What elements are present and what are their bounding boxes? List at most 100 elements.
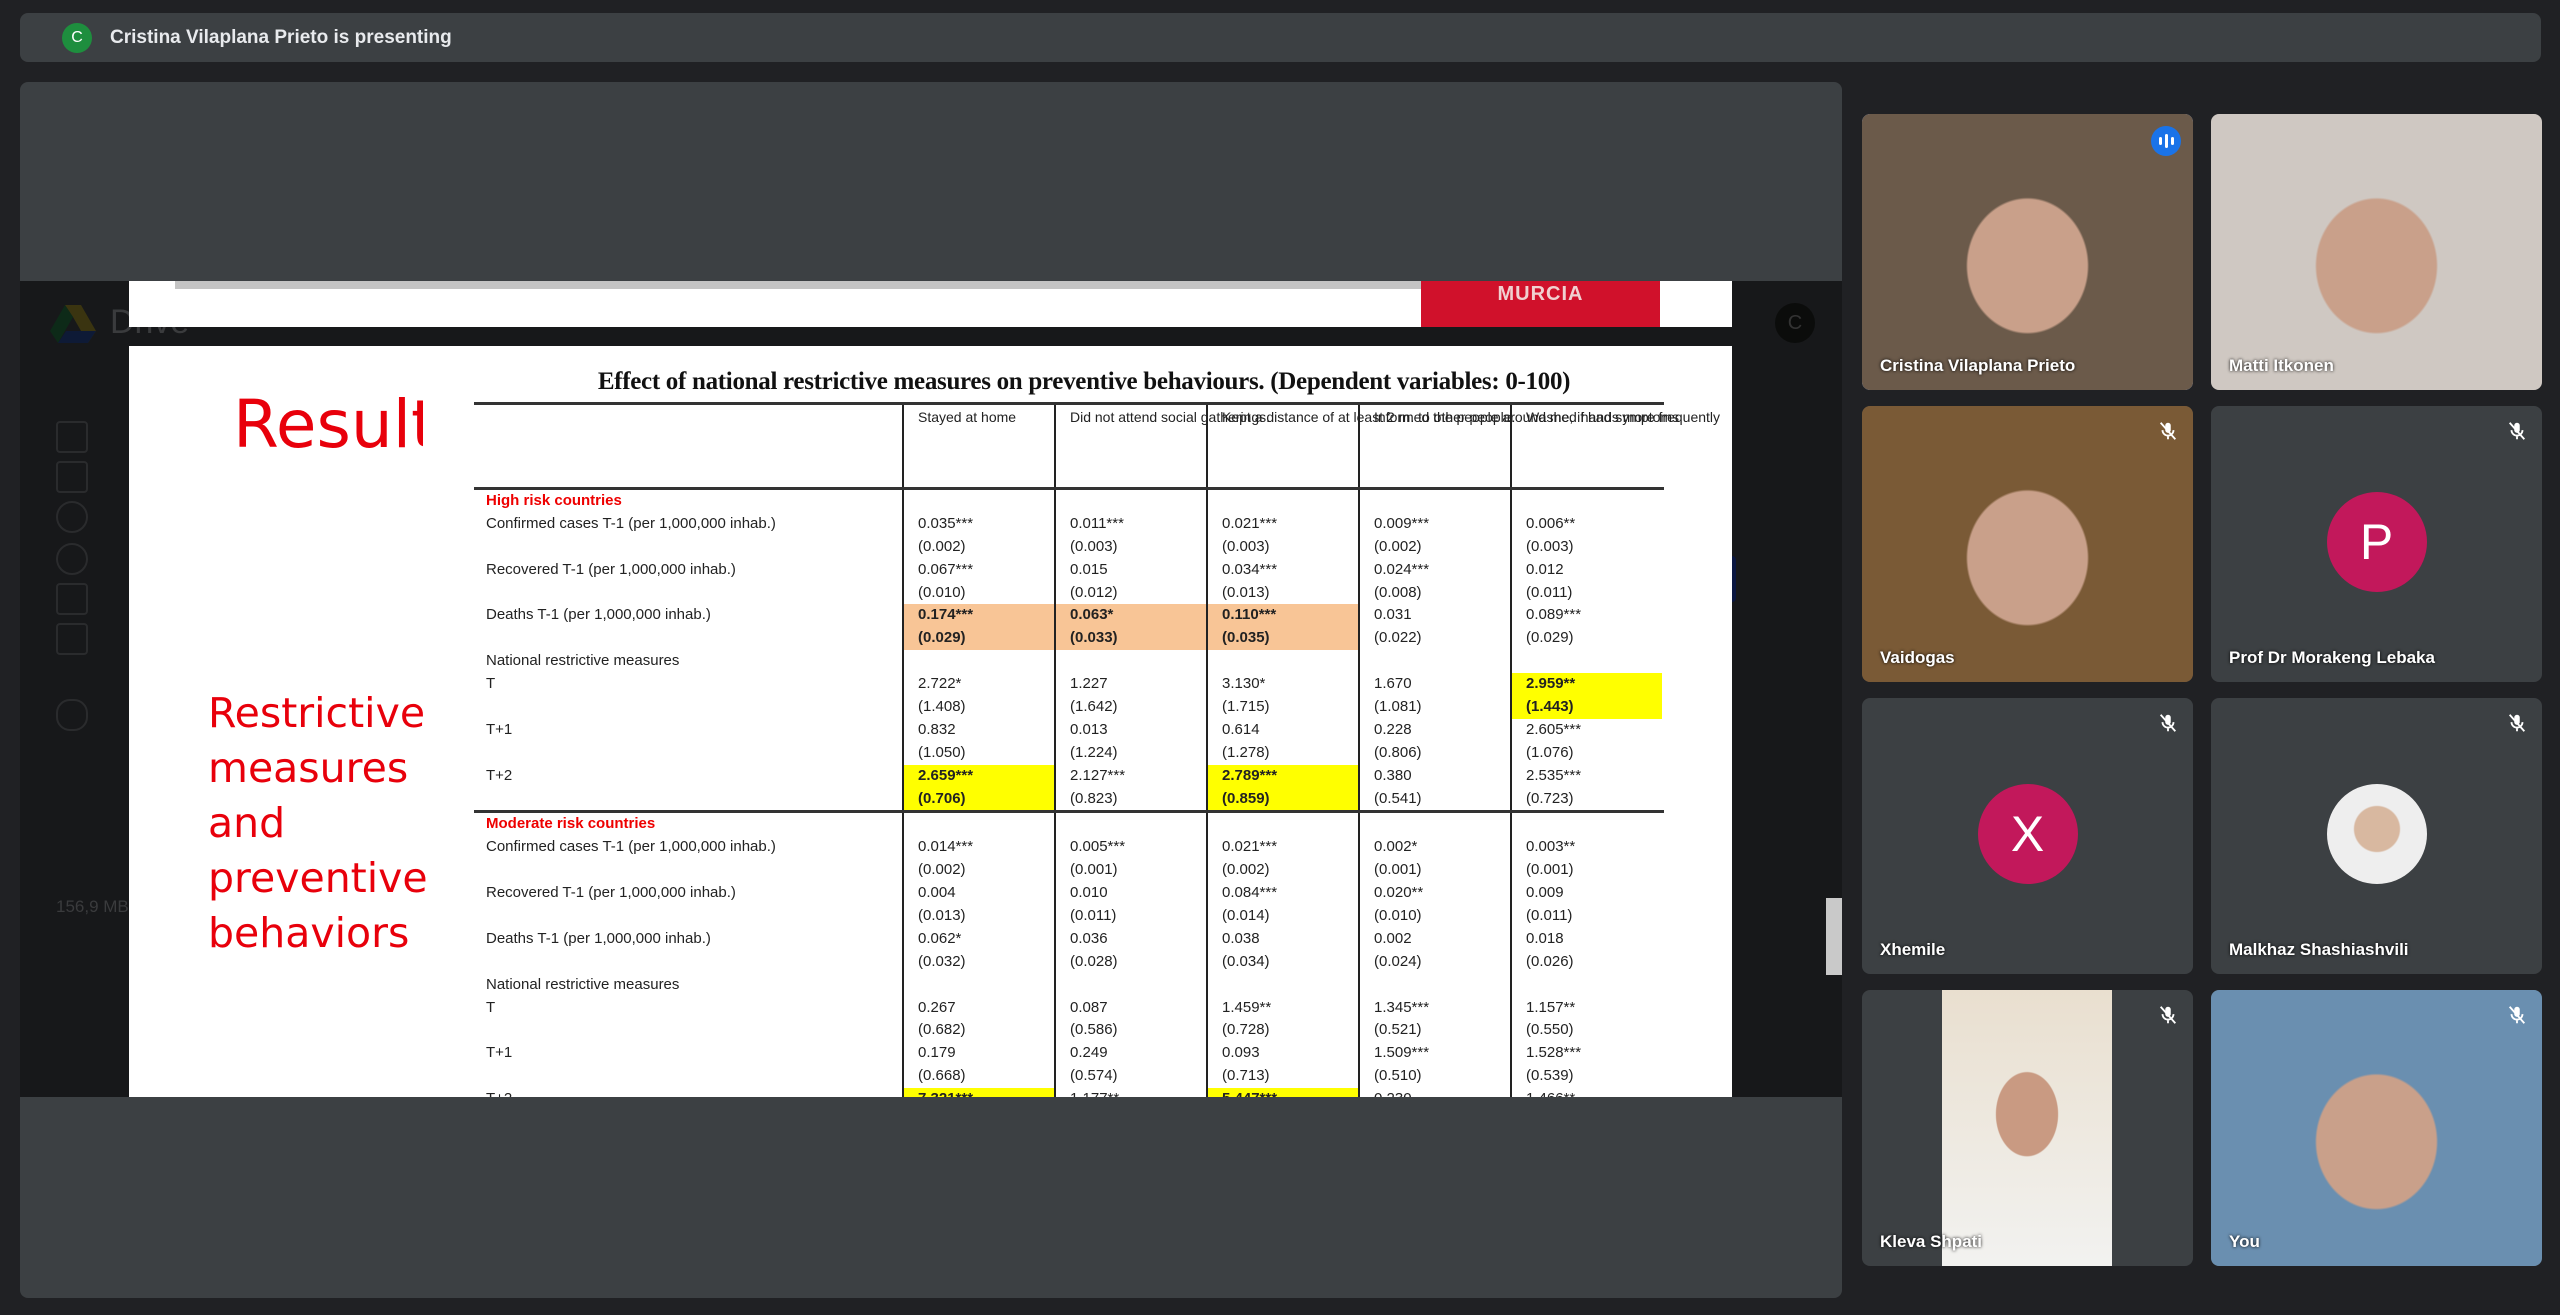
std-error-cell: (1.443) (1510, 696, 1662, 719)
participant-tile[interactable]: You (2211, 990, 2542, 1266)
presenter-avatar: C (62, 22, 92, 53)
coefficient-cell: 0.020** (1358, 882, 1510, 906)
row-label-blank (474, 1019, 902, 1042)
row-label-blank (474, 582, 902, 605)
presenting-banner: C Cristina Vilaplana Prieto is presentin… (20, 13, 2541, 62)
subheading-label: National restrictive measures (486, 975, 680, 993)
column-header: Kept a distance of at least 2 m. to othe… (1206, 405, 1515, 487)
slide-subtitle: Restrictive measures and preventive behavior… (208, 686, 428, 961)
std-error-cell: (0.024) (1358, 950, 1510, 974)
coefficient-cell: 3.130* (1206, 673, 1358, 697)
std-error-row: (1.408) (1.642) (1.715) (1.081) (1.443) (474, 696, 1664, 719)
coefficient-cell: 0.021*** (1206, 512, 1358, 536)
std-error-cell: (0.014) (1206, 905, 1358, 928)
participant-name: Malkhaz Shashiashvili (2229, 940, 2409, 959)
coefficient-cell: 2.722* (902, 673, 1054, 697)
storage-usage: 156,9 MB (56, 897, 129, 916)
row-label: T+2 (474, 1088, 902, 1097)
coefficient-cell: 0.067*** (902, 558, 1054, 582)
coefficient-cell: 1.177** (1054, 1088, 1206, 1097)
coefficient-row: Confirmed cases T-1 (per 1,000,000 inhab… (474, 512, 1664, 536)
coefficient-cell: 0.230 (1358, 1088, 1510, 1097)
row-label-blank (474, 859, 902, 882)
subtitle-line: and (208, 799, 286, 847)
row-label: Confirmed cases T-1 (per 1,000,000 inhab… (486, 838, 776, 856)
std-error-cell: (0.001) (1510, 859, 1662, 883)
coefficient-cell: 2.659*** (902, 764, 1054, 788)
std-error-row: (1.050) (1.224) (1.278) (0.806) (1.076) (474, 741, 1664, 765)
coefficient-cell: 0.832 (902, 718, 1054, 742)
participant-name: Xhemile (1880, 940, 1946, 959)
participant-tile[interactable]: Vaidogas (1862, 406, 2193, 682)
std-error-cell: (0.682) (902, 1019, 1054, 1043)
std-error-cell: (1.050) (902, 741, 1054, 765)
coefficient-cell: 1.466** (1510, 1088, 1662, 1097)
coefficient-row: T+2 2.659*** 2.127*** 2.789*** 0.380 2.535*** (474, 764, 1664, 788)
std-error-row: (0.002) (0.003) (0.003) (0.002) (0.003) (474, 535, 1664, 559)
std-error-cell: (0.574) (1054, 1065, 1206, 1089)
column-header: Did not attend social gatherings. (1054, 405, 1270, 487)
coefficient-cell: 0.021*** (1206, 836, 1358, 860)
empty-cell (1206, 650, 1358, 674)
participant-name: Vaidogas (1880, 648, 1955, 667)
std-error-cell: (0.034) (1206, 950, 1358, 974)
header-blank (474, 405, 902, 487)
mic-off-icon (2506, 712, 2528, 734)
participant-video (2211, 990, 2542, 1266)
coefficient-cell: 0.063* (1054, 604, 1206, 628)
coefficient-cell: 2.535*** (1510, 764, 1662, 788)
mic-off-icon (2157, 712, 2179, 734)
std-error-cell: (0.728) (1206, 1019, 1358, 1043)
row-label: T+2 (486, 766, 513, 784)
row-label: Confirmed cases T-1 (per 1,000,000 inhab… (486, 514, 776, 532)
std-error-row: (0.682) (0.586) (0.728) (0.521) (0.550) (474, 1019, 1664, 1043)
coefficient-cell: 0.010 (1054, 882, 1206, 906)
std-error-cell: (0.859) (1206, 787, 1358, 811)
std-error-cell: (0.002) (902, 535, 1054, 559)
empty-cell (1358, 813, 1510, 837)
std-error-cell: (0.586) (1054, 1019, 1206, 1043)
std-error-cell: (0.032) (902, 950, 1054, 974)
participant-tile[interactable]: P Prof Dr Morakeng Lebaka (2211, 406, 2542, 682)
participant-tile[interactable]: Kleva Shpati (1862, 990, 2193, 1266)
std-error-cell: (1.715) (1206, 696, 1358, 719)
participant-tile[interactable]: Malkhaz Shashiashvili (2211, 698, 2542, 974)
coefficient-cell: 2.127*** (1054, 764, 1206, 788)
empty-cell (902, 490, 1054, 513)
subtitle-line: Restrictive (208, 689, 426, 737)
empty-cell (902, 650, 1054, 674)
coefficient-row: T+1 0.832 0.013 0.614 0.228 2.605*** (474, 718, 1664, 742)
presenting-text: Cristina Vilaplana Prieto is presenting (110, 26, 452, 48)
std-error-cell: (0.008) (1358, 581, 1510, 605)
coefficient-row: T 0.267 0.087 1.459** 1.345*** 1.157** (474, 996, 1664, 1020)
participant-avatar: P (2326, 492, 2427, 592)
std-error-cell: (0.002) (902, 859, 1054, 883)
coefficient-row: T+1 0.179 0.249 0.093 1.509*** 1.528*** (474, 1042, 1664, 1066)
empty-cell (902, 813, 1054, 837)
coefficient-cell: 0.009*** (1358, 512, 1510, 536)
subtitle-line: measures (208, 744, 409, 792)
row-label-blank (474, 951, 902, 974)
std-error-row: (0.029) (0.033) (0.035) (0.022) (0.029) (474, 627, 1664, 651)
std-error-cell: (0.033) (1054, 627, 1206, 651)
empty-cell (1358, 490, 1510, 513)
participant-tile[interactable]: Matti Itkonen (2211, 114, 2542, 390)
std-error-cell: (0.029) (1510, 627, 1662, 651)
table-grid: Stayed at home Did not attend social gath… (474, 402, 1720, 1097)
participant-tile[interactable]: X Xhemile (1862, 698, 2193, 974)
participant-tile[interactable]: Cristina Vilaplana Prieto (1862, 114, 2193, 390)
recent-icon (56, 543, 88, 575)
std-error-cell: (0.010) (902, 581, 1054, 605)
coefficient-cell: 0.179 (902, 1042, 1054, 1066)
std-error-cell: (1.408) (902, 696, 1054, 719)
coefficient-cell: 1.227 (1054, 673, 1206, 697)
coefficient-row: Recovered T-1 (per 1,000,000 inhab.) 0.06… (474, 558, 1664, 582)
computers-icon (56, 461, 88, 493)
std-error-row: (0.013) (0.011) (0.014) (0.010) (0.011) (474, 905, 1664, 928)
row-label-blank (474, 788, 902, 811)
group-label: High risk countries (486, 492, 622, 509)
scrollbar-thumb[interactable] (1826, 898, 1842, 975)
coefficient-cell: 0.015 (1054, 558, 1206, 582)
std-error-cell: (0.706) (902, 787, 1054, 811)
column-header: Informed the people around me, if had sy… (1358, 405, 1679, 487)
